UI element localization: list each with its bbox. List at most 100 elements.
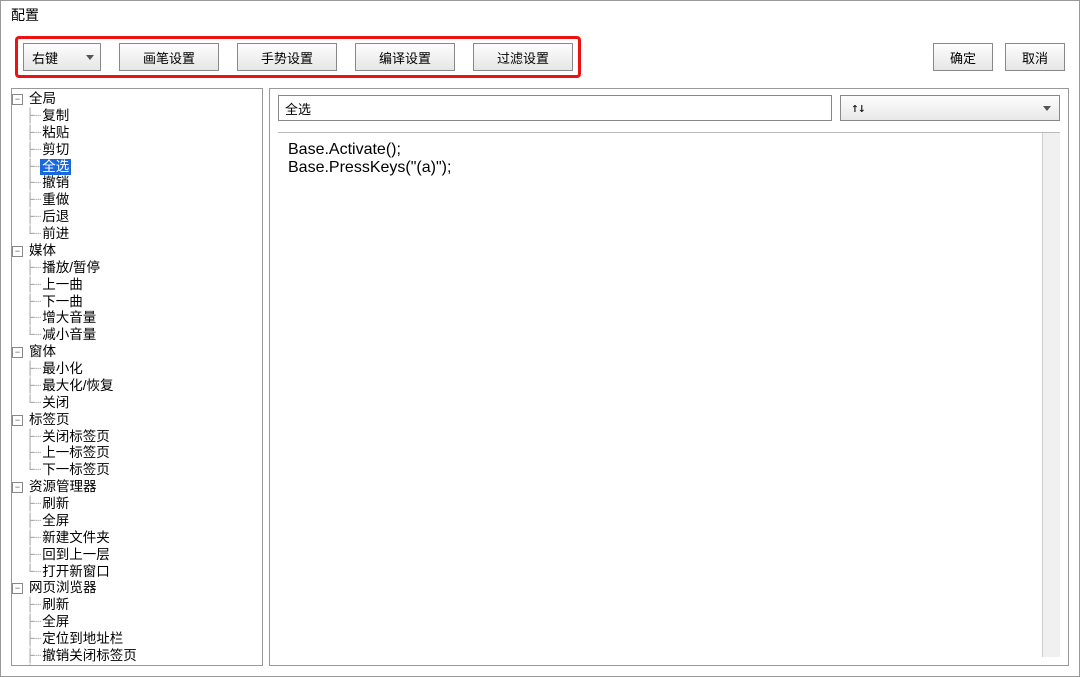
gesture-settings-button[interactable]: 手势设置 [237,43,337,71]
tree-label[interactable]: 刷新 [40,597,71,614]
tree-label[interactable]: 下一标签页 [40,462,112,479]
tree-label[interactable]: 撤销关闭标签页 [40,648,139,665]
mouse-button-select[interactable]: 右键 [23,43,101,71]
tree-group[interactable]: −网页浏览器 [12,580,262,597]
tree-item[interactable]: ├┈刷新 [12,597,262,614]
detail-panel: ↑↓ Base.Activate(); Base.PressKeys("(a)"… [269,88,1069,666]
compile-settings-button[interactable]: 编译设置 [355,43,455,71]
tree-label[interactable]: 粘贴 [40,125,71,142]
tree-item[interactable]: ├┈重做 [12,192,262,209]
tree-item[interactable]: ├┈全屏 [12,614,262,631]
tree-label[interactable]: 关闭 [40,395,71,412]
tree-label[interactable]: 重做 [40,192,71,209]
chevron-down-icon [1043,106,1051,111]
tree-label[interactable]: 全选 [40,159,71,176]
tree-label[interactable]: 复制 [40,108,71,125]
tree-label[interactable]: 媒体 [27,243,58,260]
body: −全局├┈复制├┈粘贴├┈剪切├┈全选├┈撤销├┈重做├┈后退└┈前进−媒体├┈… [1,88,1079,676]
tree-toggle-icon[interactable]: − [12,246,23,257]
tree-label[interactable]: 标签页 [27,412,72,429]
tree-toggle-icon[interactable]: − [12,94,23,105]
tree-item[interactable]: ├┈新建文件夹 [12,530,262,547]
tree-toggle-icon[interactable]: − [12,415,23,426]
tree-label[interactable]: 增大音量 [40,310,98,327]
tree-item[interactable]: ├┈复制 [12,108,262,125]
tree-label[interactable]: 刷新 [40,496,71,513]
action-name-input[interactable] [278,95,832,121]
tree-label[interactable]: 全局 [27,91,58,108]
tree-item[interactable]: ├┈全屏 [12,513,262,530]
tree-label[interactable]: 下一曲 [40,294,85,311]
tree-item[interactable]: └┈关闭 [12,395,262,412]
tree-label[interactable]: 上一曲 [40,277,85,294]
tree-item[interactable]: ├┈播放/暂停 [12,260,262,277]
action-tree-panel: −全局├┈复制├┈粘贴├┈剪切├┈全选├┈撤销├┈重做├┈后退└┈前进−媒体├┈… [11,88,263,666]
dialog-buttons: 确定 取消 [933,43,1065,71]
filter-settings-button[interactable]: 过滤设置 [473,43,573,71]
tree-item[interactable]: ├┈最大化/恢复 [12,378,262,395]
tree-label[interactable]: 剪切 [40,142,71,159]
tree-item[interactable]: ├┈回到上一层 [12,547,262,564]
ok-button[interactable]: 确定 [933,43,993,71]
tree-label[interactable]: 资源管理器 [27,479,99,496]
tree-label[interactable]: 最小化 [40,361,85,378]
tree-label[interactable]: 网页浏览器 [27,580,99,597]
tree-item[interactable]: └┈打开新窗口 [12,564,262,581]
tree-group[interactable]: −全局 [12,91,262,108]
tree-label[interactable]: 打开新窗口 [40,564,112,581]
sort-icon: ↑↓ [851,101,865,116]
toolbar: 右键 画笔设置 手势设置 编译设置 过滤设置 确定 取消 [1,30,1079,88]
editor-scrollbar[interactable] [1042,133,1060,657]
tree-group[interactable]: −窗体 [12,344,262,361]
sort-select[interactable]: ↑↓ [840,95,1060,121]
tree-label[interactable]: 关闭标签页 [40,429,112,446]
tree-item[interactable]: ├┈刷新 [12,496,262,513]
tree-label[interactable]: 全屏 [40,614,71,631]
tree-toggle-icon[interactable]: − [12,583,23,594]
tree-label[interactable]: 最大化/恢复 [40,378,115,395]
tree-group[interactable]: −媒体 [12,243,262,260]
tree-toggle-icon[interactable]: − [12,347,23,358]
cancel-button[interactable]: 取消 [1005,43,1065,71]
tree-label[interactable]: 定位到地址栏 [40,631,125,648]
tree-group[interactable]: −资源管理器 [12,479,262,496]
chevron-down-icon [86,55,94,60]
tree-item[interactable]: ├┈下一曲 [12,294,262,311]
tree-toggle-icon[interactable]: − [12,482,23,493]
tree-scroll[interactable]: −全局├┈复制├┈粘贴├┈剪切├┈全选├┈撤销├┈重做├┈后退└┈前进−媒体├┈… [12,89,262,665]
tree-item[interactable]: ├┈剪切 [12,142,262,159]
tree-label[interactable]: 撤销 [40,175,71,192]
tree-item[interactable]: └┈减小音量 [12,327,262,344]
tree-item[interactable]: ├┈增大音量 [12,310,262,327]
tree-item[interactable]: ├┈后退 [12,209,262,226]
detail-header: ↑↓ [270,89,1068,128]
config-window: 配置 右键 画笔设置 手势设置 编译设置 过滤设置 确定 取消 −全局├┈复制├… [0,0,1080,677]
tree-item[interactable]: └┈前进 [12,226,262,243]
tree-label[interactable]: 后退 [40,209,71,226]
script-editor[interactable]: Base.Activate(); Base.PressKeys("(a)"); [278,132,1060,657]
tree-item[interactable]: ├┈粘贴 [12,125,262,142]
tree-item[interactable]: ├┈关闭标签页 [12,429,262,446]
highlighted-toolbar-group: 右键 画笔设置 手势设置 编译设置 过滤设置 [15,36,581,78]
tree-label[interactable]: 前进 [40,226,71,243]
tree-item[interactable]: ├┈上一标签页 [12,445,262,462]
tree-label[interactable]: 上一标签页 [40,445,112,462]
script-code: Base.Activate(); Base.PressKeys("(a)"); [288,141,451,176]
tree-item[interactable]: ├┈上一曲 [12,277,262,294]
window-title: 配置 [1,1,1079,30]
tree-label[interactable]: 窗体 [27,344,58,361]
tree-label[interactable]: 减小音量 [40,327,98,344]
mouse-button-label: 右键 [32,48,58,67]
tree-label[interactable]: 回到上一层 [40,547,112,564]
tree-item[interactable]: ├┈撤销关闭标签页 [12,648,262,665]
tree-label[interactable]: 新建文件夹 [40,530,112,547]
tree-item[interactable]: ├┈定位到地址栏 [12,631,262,648]
tree-group[interactable]: −标签页 [12,412,262,429]
tree-item[interactable]: ├┈撤销 [12,175,262,192]
brush-settings-button[interactable]: 画笔设置 [119,43,219,71]
tree-item[interactable]: ├┈最小化 [12,361,262,378]
tree-item[interactable]: ├┈全选 [12,159,262,176]
tree-label[interactable]: 播放/暂停 [40,260,102,277]
tree-label[interactable]: 全屏 [40,513,71,530]
tree-item[interactable]: └┈下一标签页 [12,462,262,479]
